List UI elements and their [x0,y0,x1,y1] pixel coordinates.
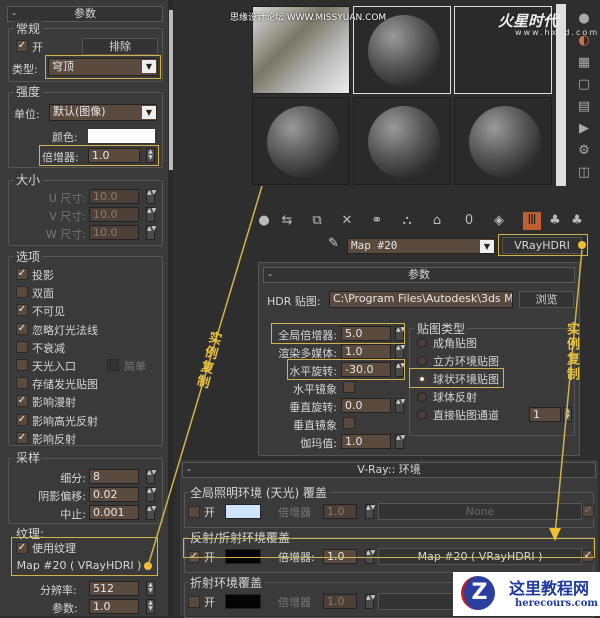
herecours-watermark: Z 这里教程网 herecours.com [453,572,600,616]
arrow-head-icon [549,528,561,541]
herecours-logo: 这里教程网 [509,579,590,598]
herecours-url: herecours.com [515,598,599,609]
missyuan-watermark: 思缘设计论坛 WWW.MISSYUAN.COM [230,13,387,23]
herecours-z-icon: Z [461,576,495,610]
link-line-right [554,249,583,536]
annotation-lines [147,185,583,567]
annotation-right: 实例复制 [564,322,579,382]
hxsd-url: www.hxsd.com [515,28,600,37]
